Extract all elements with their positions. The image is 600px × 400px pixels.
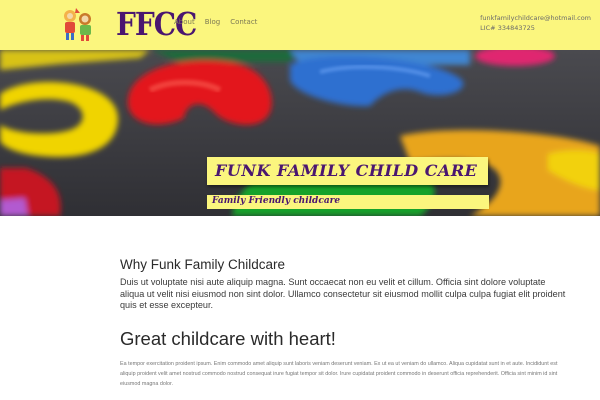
hero-background-image bbox=[0, 50, 600, 216]
nav-contact-link[interactable]: Contact bbox=[230, 17, 257, 27]
hero-title: FUNK FAMILY CHILD CARE bbox=[215, 161, 478, 180]
why-paragraph: Duis ut voluptate nisi aute aliquip magn… bbox=[120, 277, 566, 310]
why-heading: Why Funk Family Childcare bbox=[120, 257, 286, 272]
great-childcare-heading: Great childcare with heart! bbox=[120, 327, 336, 349]
hero-subtitle-box: Family Friendly childcare bbox=[207, 195, 489, 209]
hero-subtitle: Family Friendly childcare bbox=[212, 196, 341, 206]
hero-title-box: FUNK FAMILY CHILD CARE bbox=[207, 157, 488, 185]
kids-logo-image[interactable] bbox=[58, 4, 98, 44]
great-childcare-paragraph: Ea tempor exercitation proident ipsum. E… bbox=[120, 360, 558, 387]
contact-email[interactable]: funkfamilychildcare@hotmail.com bbox=[480, 13, 591, 23]
main-nav: About Blog Contact bbox=[174, 17, 257, 27]
nav-about-link[interactable]: About bbox=[174, 17, 195, 27]
site-header: FFCC About Blog Contact funkfamilychildc… bbox=[0, 0, 600, 50]
hero-banner: FUNK FAMILY CHILD CARE Family Friendly c… bbox=[0, 50, 600, 216]
license-number: LIC# 334843725 bbox=[480, 24, 535, 32]
main-content: Why Funk Family Childcare Duis ut volupt… bbox=[120, 256, 566, 389]
nav-blog-link[interactable]: Blog bbox=[205, 17, 220, 27]
header-contact-info: funkfamilychildcare@hotmail.com LIC# 334… bbox=[480, 13, 591, 33]
